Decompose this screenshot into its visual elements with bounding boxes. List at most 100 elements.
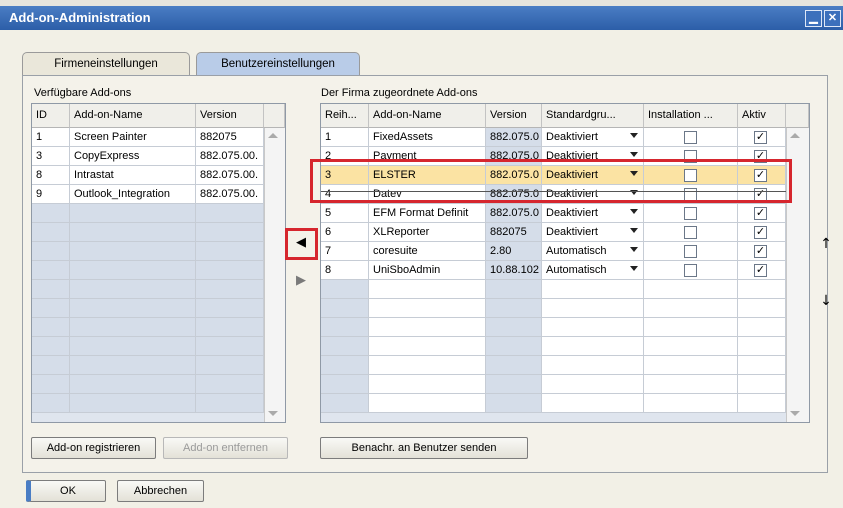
chevron-down-icon[interactable] [630,152,638,157]
assigned-addons-label: Der Firma zugeordnete Add-ons [321,87,478,99]
table-cell[interactable]: ✓ [738,128,786,147]
ok-button[interactable]: OK [26,480,106,502]
table-cell[interactable]: ✓ [738,223,786,242]
table-cell: 5 [321,204,369,223]
installation-checkbox[interactable] [684,264,697,277]
table-cell[interactable]: ✓ [738,204,786,223]
table-row[interactable]: 3 CopyExpress 882.075.00. [32,147,264,166]
table-row[interactable]: 8 UniSboAdmin 10.88.102 Automatisch ✓ [321,261,786,280]
table-cell [70,337,196,356]
table-cell [70,299,196,318]
column-header-addon-name[interactable]: Add-on-Name [70,104,196,128]
cell-text: FixedAssets [373,131,433,143]
chevron-down-icon[interactable] [630,266,638,271]
active-checkbox[interactable]: ✓ [754,207,767,220]
chevron-down-icon[interactable] [630,228,638,233]
installation-checkbox[interactable] [684,207,697,220]
table-cell[interactable]: Deaktiviert [542,223,644,242]
table-cell [486,318,542,337]
column-header-active[interactable]: Aktiv [738,104,786,128]
move-right-button[interactable]: ▶ [292,272,310,290]
cell-text: 6 [325,226,332,238]
table-cell [738,280,786,299]
column-header-id[interactable]: ID [32,104,70,128]
cell-text: 10.88.102 [490,264,539,276]
move-up-button[interactable]: ↑ [817,235,835,253]
empty-row [32,337,264,356]
column-header-version[interactable]: Version [486,104,542,128]
cancel-button[interactable]: Abbrechen [117,480,204,502]
register-addon-button[interactable]: Add-on registrieren [31,437,156,459]
arrow-up-icon: ↑ [820,236,832,252]
active-checkbox[interactable]: ✓ [754,264,767,277]
table-row[interactable]: 8 Intrastat 882.075.00. [32,166,264,185]
table-cell [70,318,196,337]
table-cell [486,356,542,375]
table-row[interactable]: 9 Outlook_Integration 882.075.00. [32,185,264,204]
installation-checkbox[interactable] [684,245,697,258]
table-row[interactable]: 5 EFM Format Definit 882.075.0 Deaktiviert ✓ [321,204,786,223]
default-group-value: Automatisch [546,245,607,257]
scroll-up-icon[interactable] [790,133,800,138]
chevron-down-icon[interactable] [630,133,638,138]
table-cell[interactable]: Deaktiviert [542,128,644,147]
table-cell [32,261,70,280]
scroll-down-icon[interactable] [268,411,278,416]
empty-row [32,242,264,261]
remove-addon-button[interactable]: Add-on entfernen [163,437,288,459]
table-cell[interactable]: ✓ [738,261,786,280]
table-cell[interactable] [644,223,738,242]
table-cell[interactable]: Automatisch [542,242,644,261]
tab-user-settings[interactable]: Benutzereinstellungen [196,52,360,76]
column-header-version[interactable]: Version [196,104,264,128]
chevron-down-icon[interactable] [630,247,638,252]
minimize-icon[interactable]: ▁ [805,10,822,27]
active-checkbox[interactable]: ✓ [754,131,767,144]
table-cell[interactable]: ✓ [738,242,786,261]
table-row[interactable]: 1 Screen Painter 882075 [32,128,264,147]
installation-checkbox[interactable] [684,131,697,144]
table-cell [542,394,644,413]
move-down-button[interactable]: ↓ [817,292,835,310]
empty-row [321,299,786,318]
table-cell [321,318,369,337]
scroll-up-icon[interactable] [268,133,278,138]
scroll-down-icon[interactable] [790,411,800,416]
table-cell[interactable] [644,204,738,223]
table-cell[interactable] [644,242,738,261]
table-cell: EFM Format Definit [369,204,486,223]
column-header-addon-name[interactable]: Add-on-Name [369,104,486,128]
table-cell: Outlook_Integration [70,185,196,204]
table-row[interactable]: 1 FixedAssets 882.075.0 Deaktiviert ✓ [321,128,786,147]
table-cell [196,375,264,394]
active-checkbox[interactable]: ✓ [754,245,767,258]
notify-users-button[interactable]: Benachr. an Benutzer senden [320,437,528,459]
cell-text: 5 [325,207,332,219]
chevron-down-icon[interactable] [630,209,638,214]
table-cell [196,261,264,280]
table-cell[interactable]: Automatisch [542,261,644,280]
close-icon[interactable]: ✕ [824,10,841,27]
active-checkbox[interactable]: ✓ [754,226,767,239]
table-cell: 882.075.0 [486,204,542,223]
cell-text: coresuite [373,245,418,257]
table-row[interactable]: 6 XLReporter 882075 Deaktiviert ✓ [321,223,786,242]
table-cell[interactable] [644,128,738,147]
table-cell: 1 [32,128,70,147]
column-header-default-group[interactable]: Standardgru... [542,104,644,128]
column-header-order[interactable]: Reih... [321,104,369,128]
table-cell: 6 [321,223,369,242]
table-cell [321,299,369,318]
table-row[interactable]: 7 coresuite 2.80 Automatisch ✓ [321,242,786,261]
vertical-scrollbar[interactable] [264,128,285,422]
table-cell[interactable] [644,261,738,280]
table-cell[interactable]: Deaktiviert [542,204,644,223]
arrow-right-icon: ▶ [296,273,306,288]
column-header-installation[interactable]: Installation ... [644,104,738,128]
table-cell [486,299,542,318]
cell-text: 882.075.0 [490,207,539,219]
tab-company-settings[interactable]: Firmeneinstellungen [22,52,190,76]
installation-checkbox[interactable] [684,226,697,239]
table-cell: 3 [32,147,70,166]
table-cell: CopyExpress [70,147,196,166]
